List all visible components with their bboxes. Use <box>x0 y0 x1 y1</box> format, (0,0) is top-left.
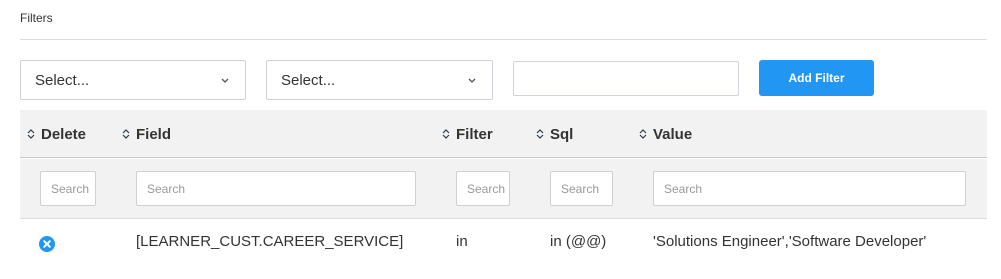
column-header-sql[interactable]: Sql <box>535 110 573 158</box>
cell-field: [LEARNER_CUST.CAREER_SERVICE] <box>136 233 404 250</box>
column-label: Delete <box>41 125 87 143</box>
sort-icon <box>27 129 35 139</box>
search-input-delete[interactable] <box>40 171 96 206</box>
operator-select-value: Select... <box>281 71 336 89</box>
search-input-sql[interactable] <box>550 171 613 206</box>
sort-icon <box>536 129 544 139</box>
cell-filter: in <box>456 233 468 250</box>
column-label: Sql <box>550 125 574 143</box>
chevron-down-icon <box>468 78 476 83</box>
field-select[interactable]: Select... <box>20 60 246 100</box>
table-row: [LEARNER_CUST.CAREER_SERVICE] in in (@@)… <box>20 220 987 268</box>
column-header-value[interactable]: Value <box>638 110 692 158</box>
column-label: Field <box>136 125 172 143</box>
search-row <box>20 159 987 219</box>
column-label: Filter <box>456 125 493 143</box>
column-label: Value <box>653 125 693 143</box>
filter-value-input[interactable] <box>513 61 739 96</box>
sort-icon <box>442 129 450 139</box>
column-header-filter[interactable]: Filter <box>441 110 493 158</box>
sort-icon <box>122 129 130 139</box>
chevron-down-icon <box>221 78 229 83</box>
search-input-value[interactable] <box>653 171 966 206</box>
table-header: Delete Field Filter Sql Value <box>20 110 987 158</box>
operator-select[interactable]: Select... <box>266 60 493 100</box>
close-circle-icon[interactable] <box>39 236 55 252</box>
sort-icon <box>639 129 647 139</box>
add-filter-button[interactable]: Add Filter <box>759 60 874 96</box>
search-input-field[interactable] <box>136 171 416 206</box>
search-input-filter[interactable] <box>456 171 510 206</box>
field-select-value: Select... <box>35 71 90 89</box>
filters-title: Filters <box>20 11 53 25</box>
cell-value: 'Solutions Engineer','Software Developer… <box>653 233 927 250</box>
column-header-field[interactable]: Field <box>121 110 171 158</box>
divider <box>20 39 987 40</box>
column-header-delete[interactable]: Delete <box>26 110 86 158</box>
cell-sql: in (@@) <box>550 233 607 250</box>
